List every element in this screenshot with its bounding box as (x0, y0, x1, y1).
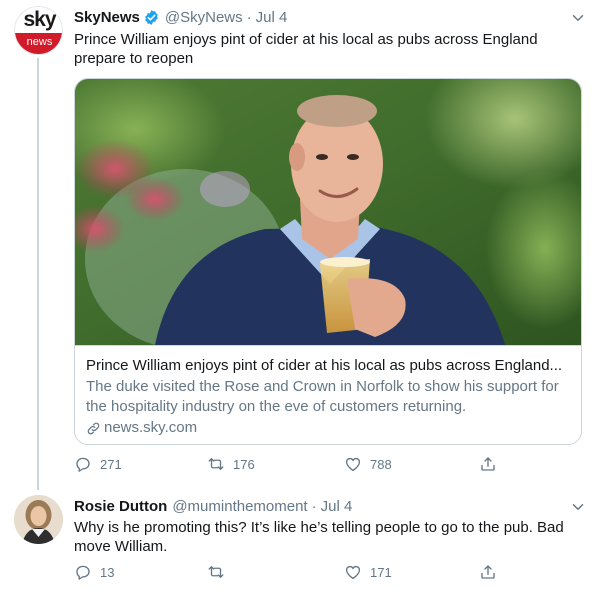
link-icon (87, 422, 100, 434)
handle[interactable]: @SkyNews (165, 9, 243, 26)
card-link-row: news.sky.com (86, 418, 570, 438)
verified-badge-icon (145, 9, 158, 25)
avatar[interactable] (14, 495, 63, 544)
card-domain[interactable]: news.sky.com (104, 418, 197, 438)
share-icon (481, 565, 495, 579)
separator-dot: · (246, 8, 252, 26)
avatar-logo-bottom: news (15, 33, 62, 54)
reply-icon (76, 457, 90, 472)
retweet-icon (208, 566, 224, 578)
card-description: The duke visited the Rose and Crown in N… (86, 378, 559, 415)
tweet-text: Prince William enjoys pint of cider at h… (74, 31, 538, 67)
like-count: 171 (370, 564, 392, 580)
avatar[interactable]: sky news (14, 6, 63, 55)
caret-down-icon[interactable] (569, 498, 587, 516)
tweet-header: SkyNews @SkyNews · Jul 4 (74, 7, 287, 27)
share-icon (481, 457, 495, 471)
link-card[interactable]: Prince William enjoys pint of cider at h… (74, 78, 582, 445)
avatar-logo-top: sky (23, 8, 56, 31)
like-count: 788 (370, 456, 392, 472)
tweet-actions: 13 171 (74, 563, 504, 585)
share-button[interactable] (479, 563, 505, 581)
timestamp[interactable]: Jul 4 (256, 9, 288, 26)
separator-dot: · (311, 497, 317, 515)
tweet-text: Why is he promoting this? It’s like he’s… (74, 519, 564, 555)
card-image[interactable] (75, 79, 581, 345)
like-icon (345, 565, 361, 580)
card-title: Prince William enjoys pint of cider at h… (86, 357, 563, 374)
retweet-button[interactable] (207, 563, 233, 581)
like-button[interactable]: 788 (344, 455, 392, 473)
tweet-actions: 271 176 788 (74, 455, 504, 477)
retweet-count: 176 (233, 456, 255, 472)
tweet-skynews[interactable]: sky news SkyNews @SkyNews · Jul 4 Prince… (0, 0, 601, 490)
retweet-button[interactable]: 176 (207, 455, 255, 473)
timestamp[interactable]: Jul 4 (321, 498, 353, 515)
reply-icon (76, 565, 90, 580)
retweet-icon (208, 458, 224, 470)
reply-count: 271 (100, 456, 122, 472)
share-button[interactable] (479, 455, 505, 473)
reply-count: 13 (100, 564, 115, 580)
reply-button[interactable]: 271 (74, 455, 122, 473)
handle[interactable]: @muminthemoment (172, 498, 307, 515)
card-body[interactable]: Prince William enjoys pint of cider at h… (75, 345, 581, 444)
like-button[interactable]: 171 (344, 563, 392, 581)
rosie-avatar-photo (14, 495, 63, 544)
display-name[interactable]: SkyNews (74, 9, 140, 26)
display-name[interactable]: Rosie Dutton (74, 498, 167, 515)
caret-down-icon[interactable] (569, 9, 587, 27)
tweet-header: Rosie Dutton @muminthemoment · Jul 4 (74, 496, 352, 516)
prince-william-photo (75, 79, 581, 345)
like-icon (345, 457, 361, 472)
reply-button[interactable]: 13 (74, 563, 114, 581)
